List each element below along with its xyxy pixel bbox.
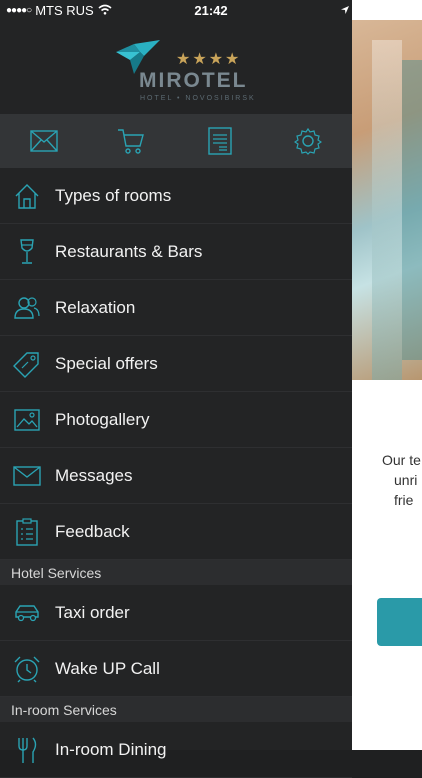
menu-item-photogallery[interactable]: Photogallery [0, 392, 352, 448]
primary-action-button[interactable] [377, 598, 422, 646]
hotel-photo [352, 20, 422, 380]
menu-item-wake-up-call[interactable]: Wake UP Call [0, 641, 352, 697]
gear-icon[interactable] [293, 126, 323, 156]
mail-icon[interactable] [29, 126, 59, 156]
menu-item-types-of-rooms[interactable]: Types of rooms [0, 168, 352, 224]
image-icon [14, 409, 40, 431]
battery-fill [392, 6, 405, 15]
intro-text-line: frie [394, 492, 414, 508]
menu-item-label: Wake UP Call [55, 658, 160, 678]
home-icon [15, 184, 39, 209]
menu-item-label: Relaxation [55, 297, 136, 317]
wine-glass-icon [20, 239, 34, 264]
menu-item-label: Types of rooms [55, 185, 172, 205]
section-header-hotel-services: Hotel Services [0, 560, 352, 585]
menu-item-feedback[interactable]: Feedback [0, 504, 352, 560]
logo-name: MIROTEL [139, 69, 248, 92]
logo-subtitle: HOTEL • NOVOSIBIRSK [140, 95, 256, 102]
main-content-panel[interactable]: Our te unri frie [352, 0, 422, 750]
cart-icon[interactable] [116, 126, 146, 156]
menu-item-label: Photogallery [55, 409, 150, 429]
car-icon [15, 605, 39, 622]
location-arrow-icon [340, 3, 350, 18]
battery-percent: 61 % [355, 3, 385, 18]
menu-item-label: Special offers [55, 353, 158, 373]
menu-item-label: Feedback [55, 521, 130, 541]
battery-icon [390, 4, 416, 17]
intro-text-line: Our te [382, 452, 421, 468]
menu-item-messages[interactable]: Messages [0, 448, 352, 504]
menu-item-taxi-order[interactable]: Taxi order [0, 585, 352, 641]
menu-item-special-offers[interactable]: Special offers [0, 336, 352, 392]
side-drawer: ●●●●○ MTS RUS 21:42 61 % ★★★★ MIROTEL HO… [0, 0, 416, 778]
menu-item-label: Messages [55, 465, 133, 485]
alarm-clock-icon [14, 656, 40, 683]
intro-text-line: unri [394, 472, 418, 488]
clipboard-icon [16, 518, 38, 546]
menu-item-inroom-dining[interactable]: In-room Dining [0, 722, 352, 778]
mail-icon [13, 466, 41, 486]
status-bar: ●●●●○ MTS RUS 21:42 61 % [0, 0, 422, 22]
tag-icon [13, 352, 39, 378]
menu-item-label: Restaurants & Bars [55, 241, 203, 261]
hotel-logo: ★★★★ MIROTEL HOTEL • NOVOSIBIRSK [0, 22, 352, 114]
menu-item-restaurants-bars[interactable]: Restaurants & Bars [0, 224, 352, 280]
fork-icon [18, 737, 37, 763]
people-icon [14, 297, 40, 319]
rating-stars: ★★★★ [176, 51, 242, 68]
menu-item-label: Taxi order [55, 602, 130, 622]
document-icon[interactable] [205, 126, 235, 156]
menu-item-relaxation[interactable]: Relaxation [0, 280, 352, 336]
section-header-inroom-services: In-room Services [0, 697, 352, 722]
navigation-menu: Types of rooms Restaurants & Bars Relaxa… [0, 168, 352, 778]
quick-actions-bar [0, 114, 352, 168]
